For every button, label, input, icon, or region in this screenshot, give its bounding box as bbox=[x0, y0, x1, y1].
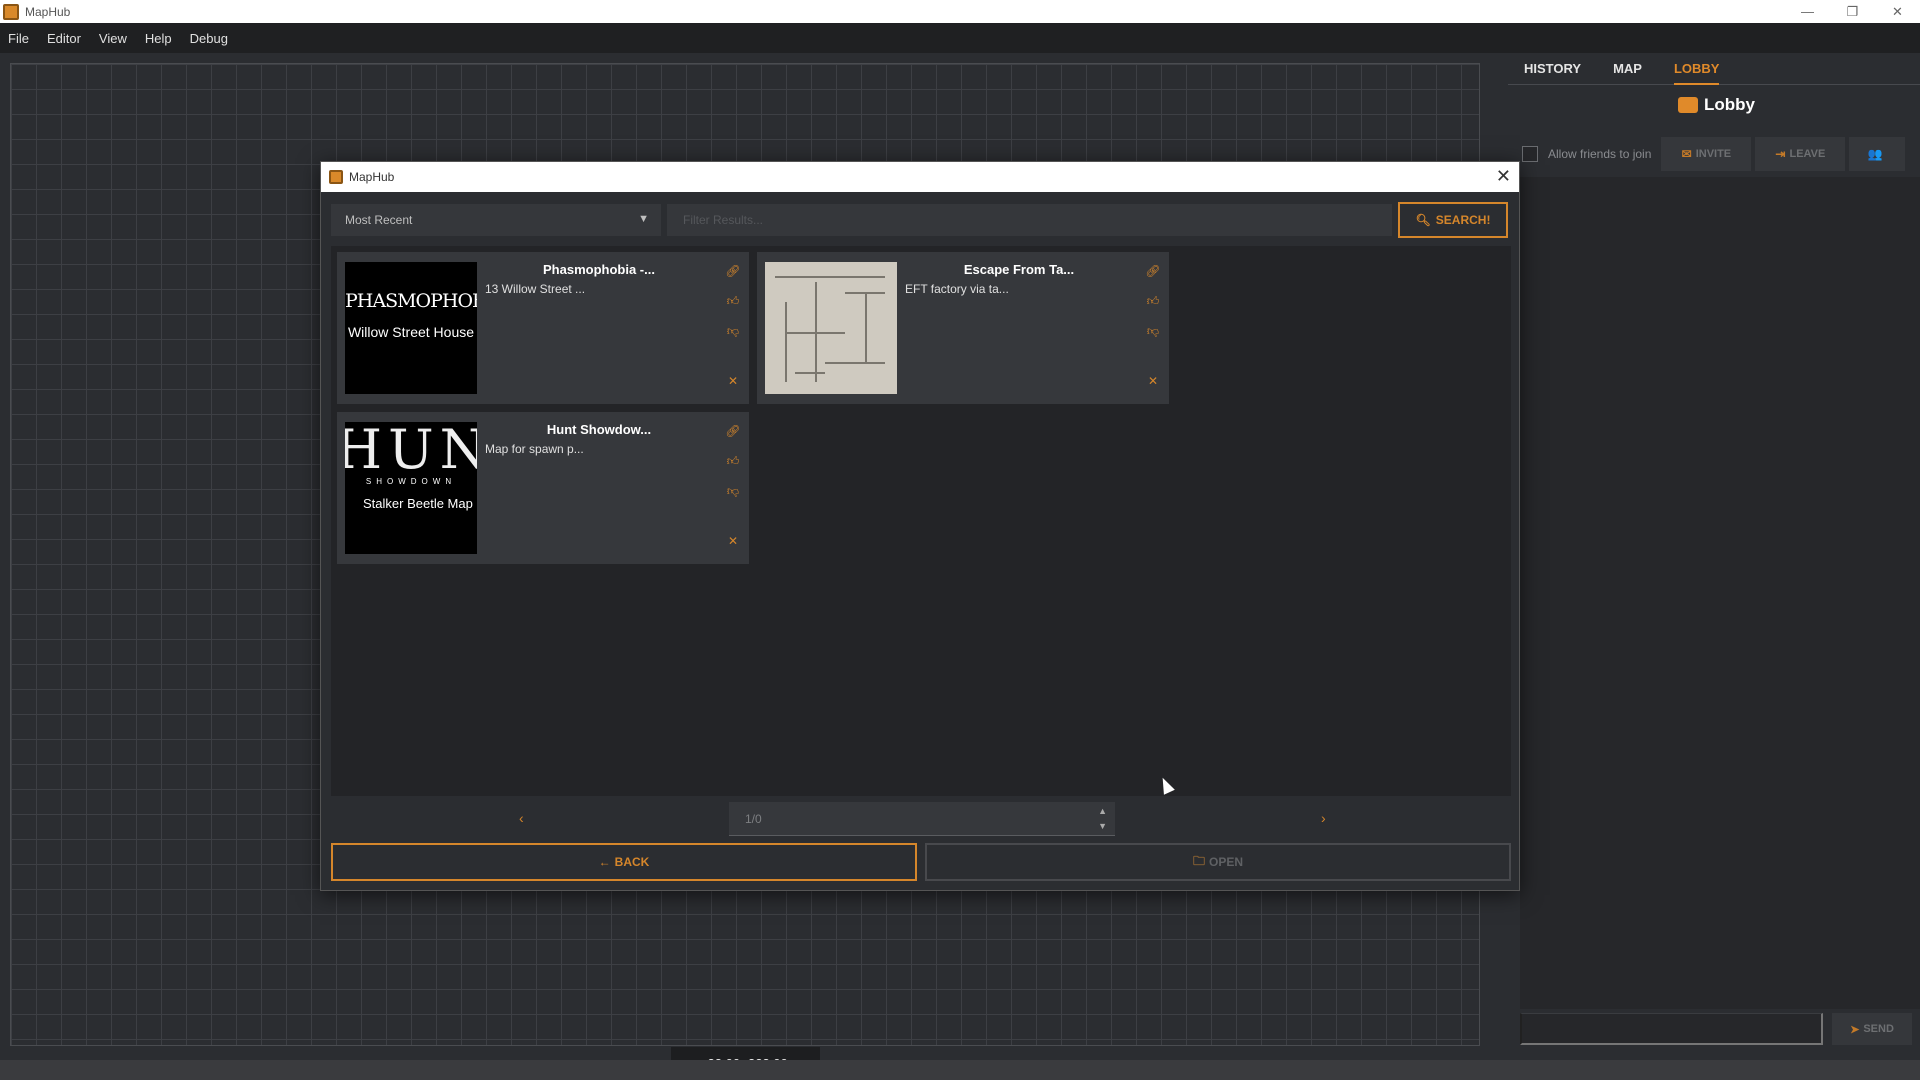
results-grid: PHASMOPHOBIA Willow Street House Phasmop… bbox=[331, 246, 1511, 796]
map-card-escape-from-tarkov[interactable]: Escape From Ta... EFT factory via ta... … bbox=[757, 252, 1169, 404]
map-thumbnail: HUNT SHOWDOWN Stalker Beetle Map bbox=[345, 422, 477, 554]
window-controls: — ❐ ✕ bbox=[1785, 0, 1920, 23]
search-button[interactable]: 🔍︎ SEARCH! bbox=[1398, 202, 1508, 238]
pagination: ‹ 1/0 ▲ ▼ › bbox=[331, 802, 1511, 836]
thumbs-down-icon[interactable]: 👎︎ bbox=[1145, 324, 1161, 339]
lobby-heading: Lobby bbox=[1678, 95, 1755, 115]
thumbs-up-icon[interactable]: 👍︎ bbox=[725, 294, 741, 309]
link-icon[interactable]: 🔗︎ bbox=[725, 424, 741, 438]
sort-selected-value: Most Recent bbox=[345, 213, 413, 227]
tab-map[interactable]: MAP bbox=[1613, 53, 1642, 85]
thumbs-down-icon[interactable]: 👎︎ bbox=[725, 324, 741, 339]
open-label: OPEN bbox=[1209, 855, 1244, 869]
lobby-controls: Allow friends to join ✉ INVITE ⇥ LEAVE 👥 bbox=[1522, 137, 1920, 171]
thumbs-up-icon[interactable]: 👍︎ bbox=[725, 454, 741, 469]
lobby-title: Lobby bbox=[1704, 95, 1755, 114]
back-button[interactable]: ← BACK bbox=[331, 843, 917, 881]
sort-select[interactable]: Most Recent ▼ bbox=[331, 204, 661, 236]
tab-lobby[interactable]: LOBBY bbox=[1673, 53, 1720, 85]
panel-tabs: HISTORY MAP LOBBY bbox=[1508, 53, 1920, 85]
right-panel: HISTORY MAP LOBBY Lobby Allow friends to… bbox=[1508, 53, 1920, 1053]
chevron-right-icon[interactable]: › bbox=[1321, 810, 1326, 826]
delete-icon[interactable]: ✕ bbox=[725, 374, 741, 388]
link-icon[interactable]: 🔗︎ bbox=[1145, 264, 1161, 278]
thumbnail-title: PHASMOPHOBIA bbox=[345, 290, 477, 312]
status-bar bbox=[0, 1060, 1920, 1080]
allow-friends-label: Allow friends to join bbox=[1548, 147, 1652, 161]
maphub-dialog: MapHub ✕ Most Recent ▼ 🔍︎ SEARCH! PHASMO… bbox=[320, 161, 1520, 891]
search-icon: 🔍︎ bbox=[1415, 213, 1431, 227]
invite-label: INVITE bbox=[1695, 148, 1732, 160]
chat-icon bbox=[1678, 97, 1698, 113]
menu-bar: File Editor View Help Debug bbox=[0, 23, 1920, 53]
map-card-hunt-showdown[interactable]: HUNT SHOWDOWN Stalker Beetle Map Hunt Sh… bbox=[337, 412, 749, 564]
page-number: 1/0 bbox=[745, 811, 762, 826]
dialog-titlebar: MapHub ✕ bbox=[321, 162, 1519, 192]
map-title: Escape From Ta... bbox=[963, 262, 1075, 277]
send-button[interactable]: ➤ SEND bbox=[1832, 1013, 1912, 1045]
map-thumbnail: PHASMOPHOBIA Willow Street House bbox=[345, 262, 477, 394]
chevron-down-icon: ▼ bbox=[638, 213, 649, 225]
maximize-button[interactable]: ❐ bbox=[1830, 0, 1875, 23]
map-description: 13 Willow Street ... bbox=[485, 282, 586, 296]
link-icon[interactable]: 🔗︎ bbox=[725, 264, 741, 278]
menu-file[interactable]: File bbox=[8, 31, 29, 46]
window-titlebar: MapHub — ❐ ✕ bbox=[0, 0, 1920, 23]
app-icon bbox=[3, 3, 19, 20]
search-label: SEARCH! bbox=[1435, 213, 1491, 227]
map-title: Phasmophobia -... bbox=[543, 262, 655, 277]
back-label: BACK bbox=[614, 855, 650, 869]
chat-input[interactable] bbox=[1520, 1013, 1823, 1045]
window-title: MapHub bbox=[25, 4, 71, 19]
open-button[interactable]: 🗀 OPEN bbox=[925, 843, 1511, 881]
tab-history[interactable]: HISTORY bbox=[1524, 53, 1581, 85]
dialog-app-icon bbox=[329, 170, 343, 184]
map-card-phasmophobia[interactable]: PHASMOPHOBIA Willow Street House Phasmop… bbox=[337, 252, 749, 404]
users-icon: 👥 bbox=[1867, 147, 1883, 161]
map-title: Hunt Showdow... bbox=[546, 422, 652, 437]
send-label: SEND bbox=[1863, 1023, 1894, 1035]
thumbs-up-icon[interactable]: 👍︎ bbox=[1145, 294, 1161, 309]
thumbnail-title: HUNT bbox=[345, 422, 477, 481]
dialog-close-icon[interactable]: ✕ bbox=[1496, 166, 1511, 187]
minimize-button[interactable]: — bbox=[1785, 0, 1830, 23]
menu-view[interactable]: View bbox=[99, 31, 127, 46]
dialog-title: MapHub bbox=[349, 170, 395, 184]
leave-label: LEAVE bbox=[1789, 148, 1826, 160]
thumbnail-subtitle: Willow Street House bbox=[347, 324, 475, 340]
chevron-left-icon[interactable]: ‹ bbox=[519, 810, 524, 826]
friends-button[interactable]: 👥 bbox=[1849, 137, 1906, 171]
arrow-left-icon: ← bbox=[598, 855, 611, 869]
delete-icon[interactable]: ✕ bbox=[1145, 374, 1161, 388]
invite-button[interactable]: ✉ INVITE bbox=[1661, 137, 1752, 171]
delete-icon[interactable]: ✕ bbox=[725, 534, 741, 548]
map-thumbnail bbox=[765, 262, 897, 394]
spinner-icon[interactable]: ▲ ▼ bbox=[1098, 804, 1107, 834]
dialog-actions: ← BACK 🗀 OPEN bbox=[331, 843, 1511, 881]
page-number-input[interactable]: 1/0 ▲ ▼ bbox=[729, 802, 1115, 836]
exit-icon: ⇥ bbox=[1775, 147, 1786, 161]
menu-debug[interactable]: Debug bbox=[190, 31, 228, 46]
thumbs-down-icon[interactable]: 👎︎ bbox=[725, 484, 741, 499]
map-description: EFT factory via ta... bbox=[905, 282, 1009, 296]
leave-button[interactable]: ⇥ LEAVE bbox=[1755, 137, 1846, 171]
close-button[interactable]: ✕ bbox=[1875, 0, 1920, 23]
menu-editor[interactable]: Editor bbox=[47, 31, 81, 46]
filter-input[interactable] bbox=[667, 204, 1392, 236]
filter-row: Most Recent ▼ 🔍︎ SEARCH! bbox=[331, 202, 1511, 238]
menu-help[interactable]: Help bbox=[145, 31, 172, 46]
map-description: Map for spawn p... bbox=[485, 442, 584, 456]
allow-friends-checkbox[interactable] bbox=[1522, 146, 1538, 162]
envelope-icon: ✉ bbox=[1681, 147, 1692, 161]
thumbnail-subtitle: Stalker Beetle Map bbox=[363, 496, 473, 511]
folder-icon: 🗀 bbox=[1192, 853, 1205, 868]
chat-messages bbox=[1520, 177, 1920, 1009]
send-icon: ➤ bbox=[1850, 1023, 1860, 1036]
